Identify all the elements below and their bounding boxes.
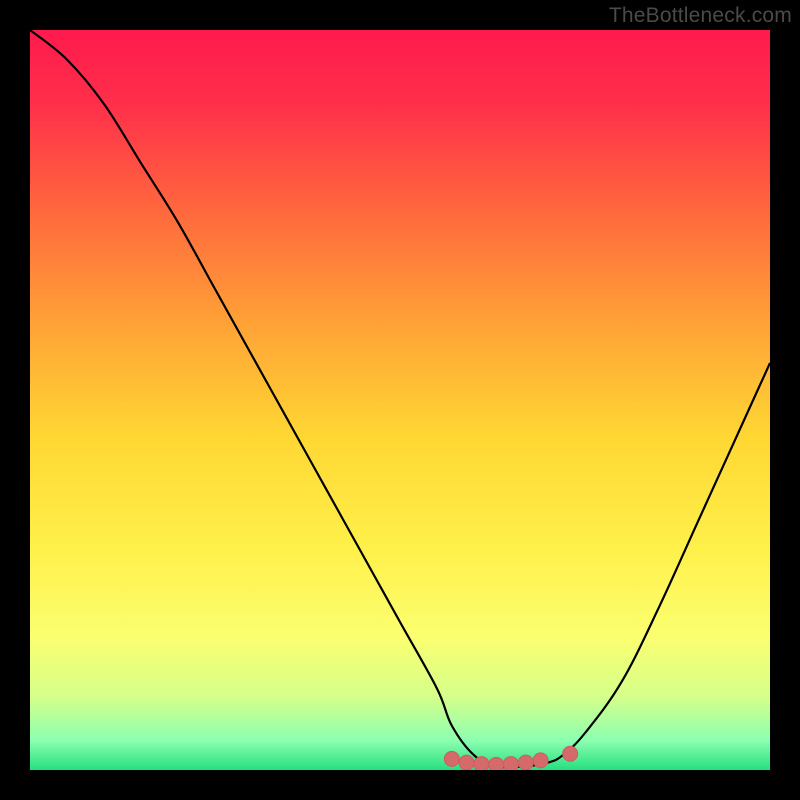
marker-lowpoint-6 xyxy=(518,755,533,770)
marker-lowpoint-7 xyxy=(533,753,548,768)
chart-svg xyxy=(30,30,770,770)
marker-lowpoint-4 xyxy=(489,757,504,770)
marker-lowpoint-5 xyxy=(504,757,519,770)
marker-lowpoint-2 xyxy=(459,755,474,770)
marker-lowpoint-3 xyxy=(474,757,489,770)
marker-lowpoint-8 xyxy=(563,746,578,761)
marker-lowpoint-1 xyxy=(444,751,459,766)
page-root: TheBottleneck.com xyxy=(0,0,800,800)
gradient-background xyxy=(30,30,770,770)
plot-area xyxy=(30,30,770,770)
watermark-text: TheBottleneck.com xyxy=(609,4,792,28)
